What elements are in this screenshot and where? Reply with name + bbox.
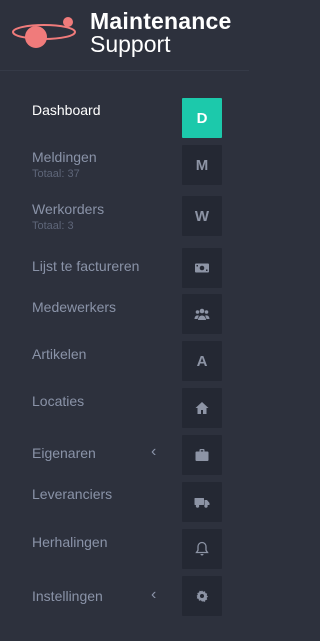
bell-icon[interactable] xyxy=(182,529,222,569)
chevron-left-icon[interactable]: ‹ xyxy=(151,443,156,461)
meldingen-total: Totaal: 37 xyxy=(32,168,80,180)
sidebar-item-label: Dashboard xyxy=(32,102,101,118)
sidebar-item-label: Instellingen xyxy=(32,588,103,604)
gear-icon[interactable] xyxy=(182,576,222,616)
sidebar-item-label: Eigenaren xyxy=(32,445,96,461)
logo-orbit-icon xyxy=(12,17,76,48)
chevron-left-icon[interactable]: ‹ xyxy=(151,586,156,604)
sidebar-item-label: Werkorders xyxy=(32,201,105,217)
sidebar-item-label: Leveranciers xyxy=(32,486,113,502)
werkorders-total: Totaal: 3 xyxy=(32,220,74,232)
briefcase-icon[interactable] xyxy=(182,435,222,475)
sidebar-item-label: Artikelen xyxy=(32,346,87,362)
sidebar-item-label: Locaties xyxy=(32,393,85,409)
app-logo[interactable]: Maintenance Support xyxy=(0,0,249,70)
sidebar-item-label: Herhalingen xyxy=(32,534,108,550)
users-icon[interactable] xyxy=(182,294,222,334)
sidebar-item-label: Medewerkers xyxy=(32,299,117,315)
sidebar-item-label: Lijst te factureren xyxy=(32,258,140,274)
dashboard-icon[interactable]: D xyxy=(182,98,222,138)
meldingen-icon[interactable]: M xyxy=(182,145,222,185)
truck-icon[interactable] xyxy=(182,482,222,522)
home-icon[interactable] xyxy=(182,388,222,428)
werkorders-icon[interactable]: W xyxy=(182,196,222,236)
money-icon[interactable] xyxy=(182,248,222,288)
logo-divider xyxy=(0,70,249,71)
brand-subtitle: Support xyxy=(90,31,171,57)
sidebar-item-label: Meldingen xyxy=(32,149,97,165)
artikelen-icon[interactable]: A xyxy=(182,341,222,381)
